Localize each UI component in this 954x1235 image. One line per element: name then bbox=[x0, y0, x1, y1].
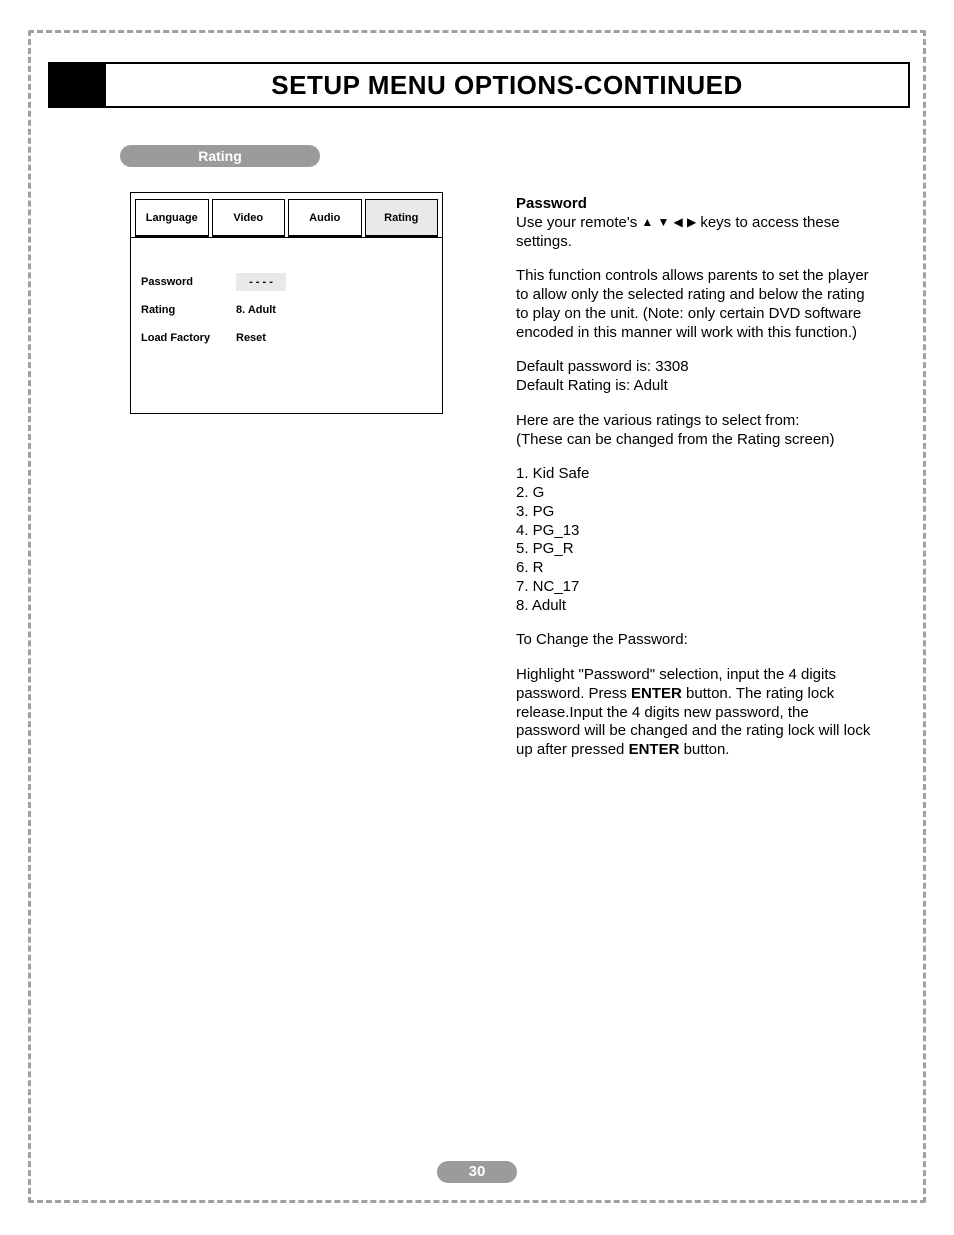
osd-label: Load Factory bbox=[141, 332, 236, 344]
rating-item: 7. NC_17 bbox=[516, 578, 876, 597]
osd-row-load-factory: Load Factory Reset bbox=[141, 324, 432, 352]
rating-item: 1. Kid Safe bbox=[516, 465, 876, 484]
tab-rating: Rating bbox=[365, 199, 439, 237]
heading-password-text: Password bbox=[516, 195, 587, 212]
tab-video: Video bbox=[212, 199, 286, 237]
tab-language: Language bbox=[135, 199, 209, 237]
p6e: button. bbox=[679, 741, 729, 758]
ratings-intro: Here are the various ratings to select f… bbox=[516, 412, 876, 450]
osd-label: Rating bbox=[141, 304, 236, 316]
osd-menu-screenshot: Language Video Audio Rating Password - -… bbox=[130, 192, 443, 414]
body-text-column: Password Use your remote's ▲ ▼ ◀ ▶ keys … bbox=[516, 195, 876, 776]
enter-bold-1: ENTER bbox=[631, 685, 682, 702]
arrow-left-icon: ◀ bbox=[674, 215, 683, 229]
heading-password: Password Use your remote's ▲ ▼ ◀ ▶ keys … bbox=[516, 195, 876, 251]
osd-body: Password - - - - Rating 8. Adult Load Fa… bbox=[131, 237, 442, 362]
defaults-block: Default password is: 3308 Default Rating… bbox=[516, 358, 876, 396]
osd-value: 8. Adult bbox=[236, 304, 316, 316]
header-black-block bbox=[50, 64, 106, 106]
osd-label: Password bbox=[141, 276, 236, 288]
osd-row-rating: Rating 8. Adult bbox=[141, 296, 432, 324]
default-password: Default password is: 3308 bbox=[516, 358, 876, 377]
manual-page: SETUP MENU OPTIONS-CONTINUED Rating Lang… bbox=[0, 0, 954, 1235]
rating-item: 4. PG_13 bbox=[516, 522, 876, 541]
p1a: Use your remote's bbox=[516, 214, 641, 231]
tab-audio: Audio bbox=[288, 199, 362, 237]
ratings-intro-b: (These can be changed from the Rating sc… bbox=[516, 431, 876, 450]
page-number-pill: 30 bbox=[437, 1161, 517, 1183]
change-password-text: Highlight "Password" selection, input th… bbox=[516, 666, 876, 760]
rating-item: 6. R bbox=[516, 559, 876, 578]
section-label-pill: Rating bbox=[120, 145, 320, 167]
rating-item: 5. PG_R bbox=[516, 540, 876, 559]
paragraph-function: This function controls allows parents to… bbox=[516, 267, 876, 342]
arrow-up-icon: ▲ bbox=[641, 215, 653, 229]
arrow-down-icon: ▼ bbox=[657, 215, 669, 229]
page-title: SETUP MENU OPTIONS-CONTINUED bbox=[106, 70, 908, 101]
enter-bold-2: ENTER bbox=[629, 741, 680, 758]
change-password-heading: To Change the Password: bbox=[516, 631, 876, 650]
ratings-intro-a: Here are the various ratings to select f… bbox=[516, 412, 876, 431]
osd-value: Reset bbox=[236, 332, 316, 344]
osd-value: - - - - bbox=[236, 273, 286, 291]
osd-row-password: Password - - - - bbox=[141, 268, 432, 296]
ratings-list: 1. Kid Safe 2. G 3. PG 4. PG_13 5. PG_R … bbox=[516, 465, 876, 615]
default-rating: Default Rating is: Adult bbox=[516, 377, 876, 396]
page-header: SETUP MENU OPTIONS-CONTINUED bbox=[48, 62, 910, 108]
rating-item: 8. Adult bbox=[516, 597, 876, 616]
rating-item: 2. G bbox=[516, 484, 876, 503]
rating-item: 3. PG bbox=[516, 503, 876, 522]
arrow-right-icon: ▶ bbox=[687, 215, 696, 229]
osd-tabs: Language Video Audio Rating bbox=[131, 193, 442, 237]
